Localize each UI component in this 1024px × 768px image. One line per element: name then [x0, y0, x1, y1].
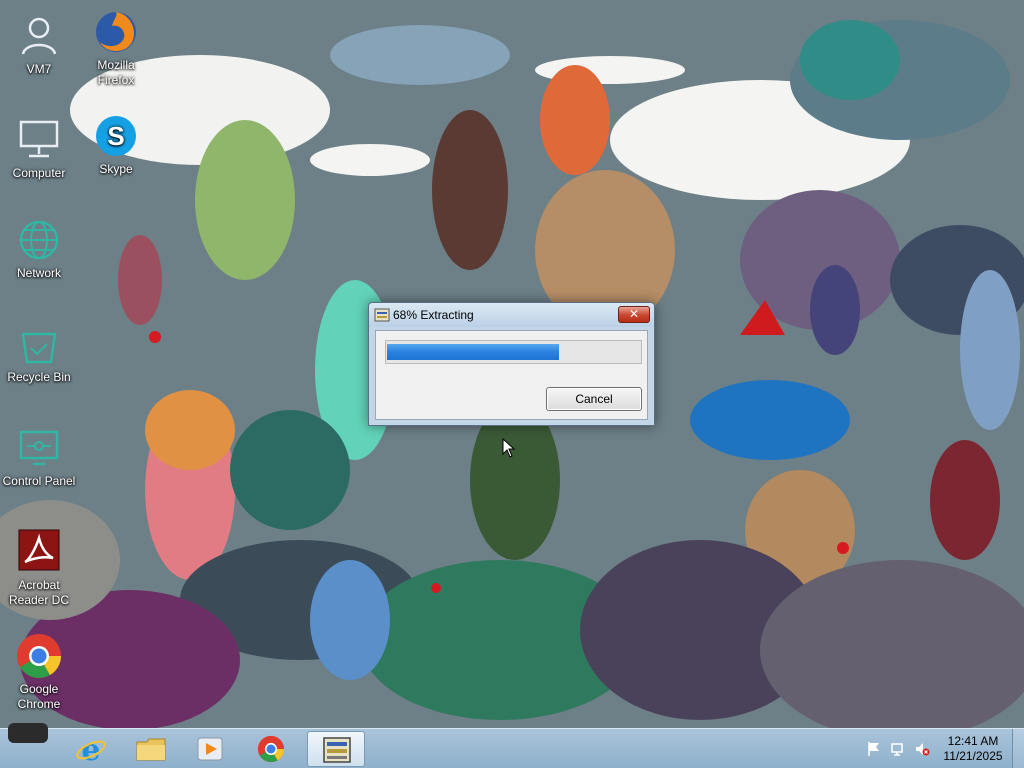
- desktop-icon-control-panel[interactable]: Control Panel: [1, 424, 77, 489]
- volume-muted-icon[interactable]: [914, 741, 930, 757]
- svg-text:e: e: [81, 734, 100, 764]
- desktop-icon-label: Google Chrome: [17, 682, 61, 711]
- clock-time: 12:41 AM: [947, 734, 999, 748]
- start-button[interactable]: [8, 723, 48, 743]
- taskbar-internet-explorer[interactable]: e: [62, 731, 120, 767]
- desktop-icon-acrobat[interactable]: Acrobat Reader DC: [1, 528, 77, 608]
- desktop-icon-label: Computer: [12, 166, 66, 180]
- desktop[interactable]: VM7 Mozilla Firefox Computer S Skype Net…: [0, 0, 1024, 728]
- taskbar-extractor[interactable]: [307, 731, 365, 767]
- extract-dialog[interactable]: 68% Extracting ✕ Cancel: [368, 302, 655, 426]
- taskbar-google-chrome[interactable]: [242, 731, 300, 767]
- action-center-flag-icon[interactable]: [866, 741, 882, 757]
- chrome-icon: [257, 735, 285, 763]
- skype-icon: S: [96, 116, 136, 156]
- desktop-icon-skype[interactable]: S Skype: [78, 112, 154, 177]
- cancel-button[interactable]: Cancel: [546, 387, 642, 411]
- taskbar-media-player[interactable]: [182, 731, 240, 767]
- progress-fill: [387, 344, 559, 360]
- desktop-icon-label: Recycle Bin: [7, 370, 71, 384]
- desktop-icon-chrome[interactable]: Google Chrome: [1, 632, 77, 712]
- close-icon: ✕: [628, 307, 640, 321]
- folder-icon: [136, 738, 166, 761]
- recycle-bin-icon: [21, 332, 57, 364]
- desktop-icon-label: Network: [16, 266, 61, 280]
- chrome-icon: [17, 634, 61, 678]
- network-tray-icon[interactable]: [890, 741, 906, 757]
- media-player-icon: [197, 737, 223, 761]
- desktop-icon-label: Mozilla Firefox: [97, 58, 135, 87]
- user-icon: [21, 17, 57, 55]
- dialog-titlebar[interactable]: 68% Extracting ✕: [369, 303, 654, 327]
- desktop-icon-vm7[interactable]: VM7: [1, 12, 77, 77]
- mouse-cursor-icon: [502, 438, 516, 458]
- desktop-icon-recycle-bin[interactable]: Recycle Bin: [1, 320, 77, 385]
- network-icon: [19, 220, 59, 260]
- taskbar-file-explorer[interactable]: [122, 731, 180, 767]
- computer-icon: [19, 120, 59, 158]
- desktop-icon-network[interactable]: Network: [1, 216, 77, 281]
- extractor-icon: [323, 737, 351, 763]
- system-clock[interactable]: 12:41 AM 11/21/2025: [938, 734, 1008, 764]
- dialog-client: Cancel: [375, 330, 648, 420]
- desktop-icon-label: Skype: [99, 162, 133, 176]
- ie-icon: e: [76, 734, 106, 764]
- desktop-icon-label: Acrobat Reader DC: [8, 578, 70, 607]
- acrobat-icon: [18, 529, 60, 571]
- desktop-icon-computer[interactable]: Computer: [1, 116, 77, 181]
- control-panel-icon: [19, 430, 59, 466]
- firefox-icon: [96, 12, 136, 52]
- taskbar: e 12:41 AM 11/21/2025: [0, 723, 1024, 768]
- desktop-icon-label: Control Panel: [2, 474, 76, 488]
- desktop-icon-firefox[interactable]: Mozilla Firefox: [78, 8, 154, 88]
- dialog-title: 68% Extracting: [393, 308, 474, 322]
- clock-date: 11/21/2025: [943, 749, 1003, 763]
- svg-text:S: S: [107, 121, 124, 151]
- close-button[interactable]: ✕: [618, 306, 650, 323]
- progress-bar: [385, 340, 642, 364]
- desktop-icon-label: VM7: [26, 62, 52, 76]
- show-desktop-button[interactable]: [1012, 729, 1024, 768]
- extractor-icon: [374, 308, 390, 322]
